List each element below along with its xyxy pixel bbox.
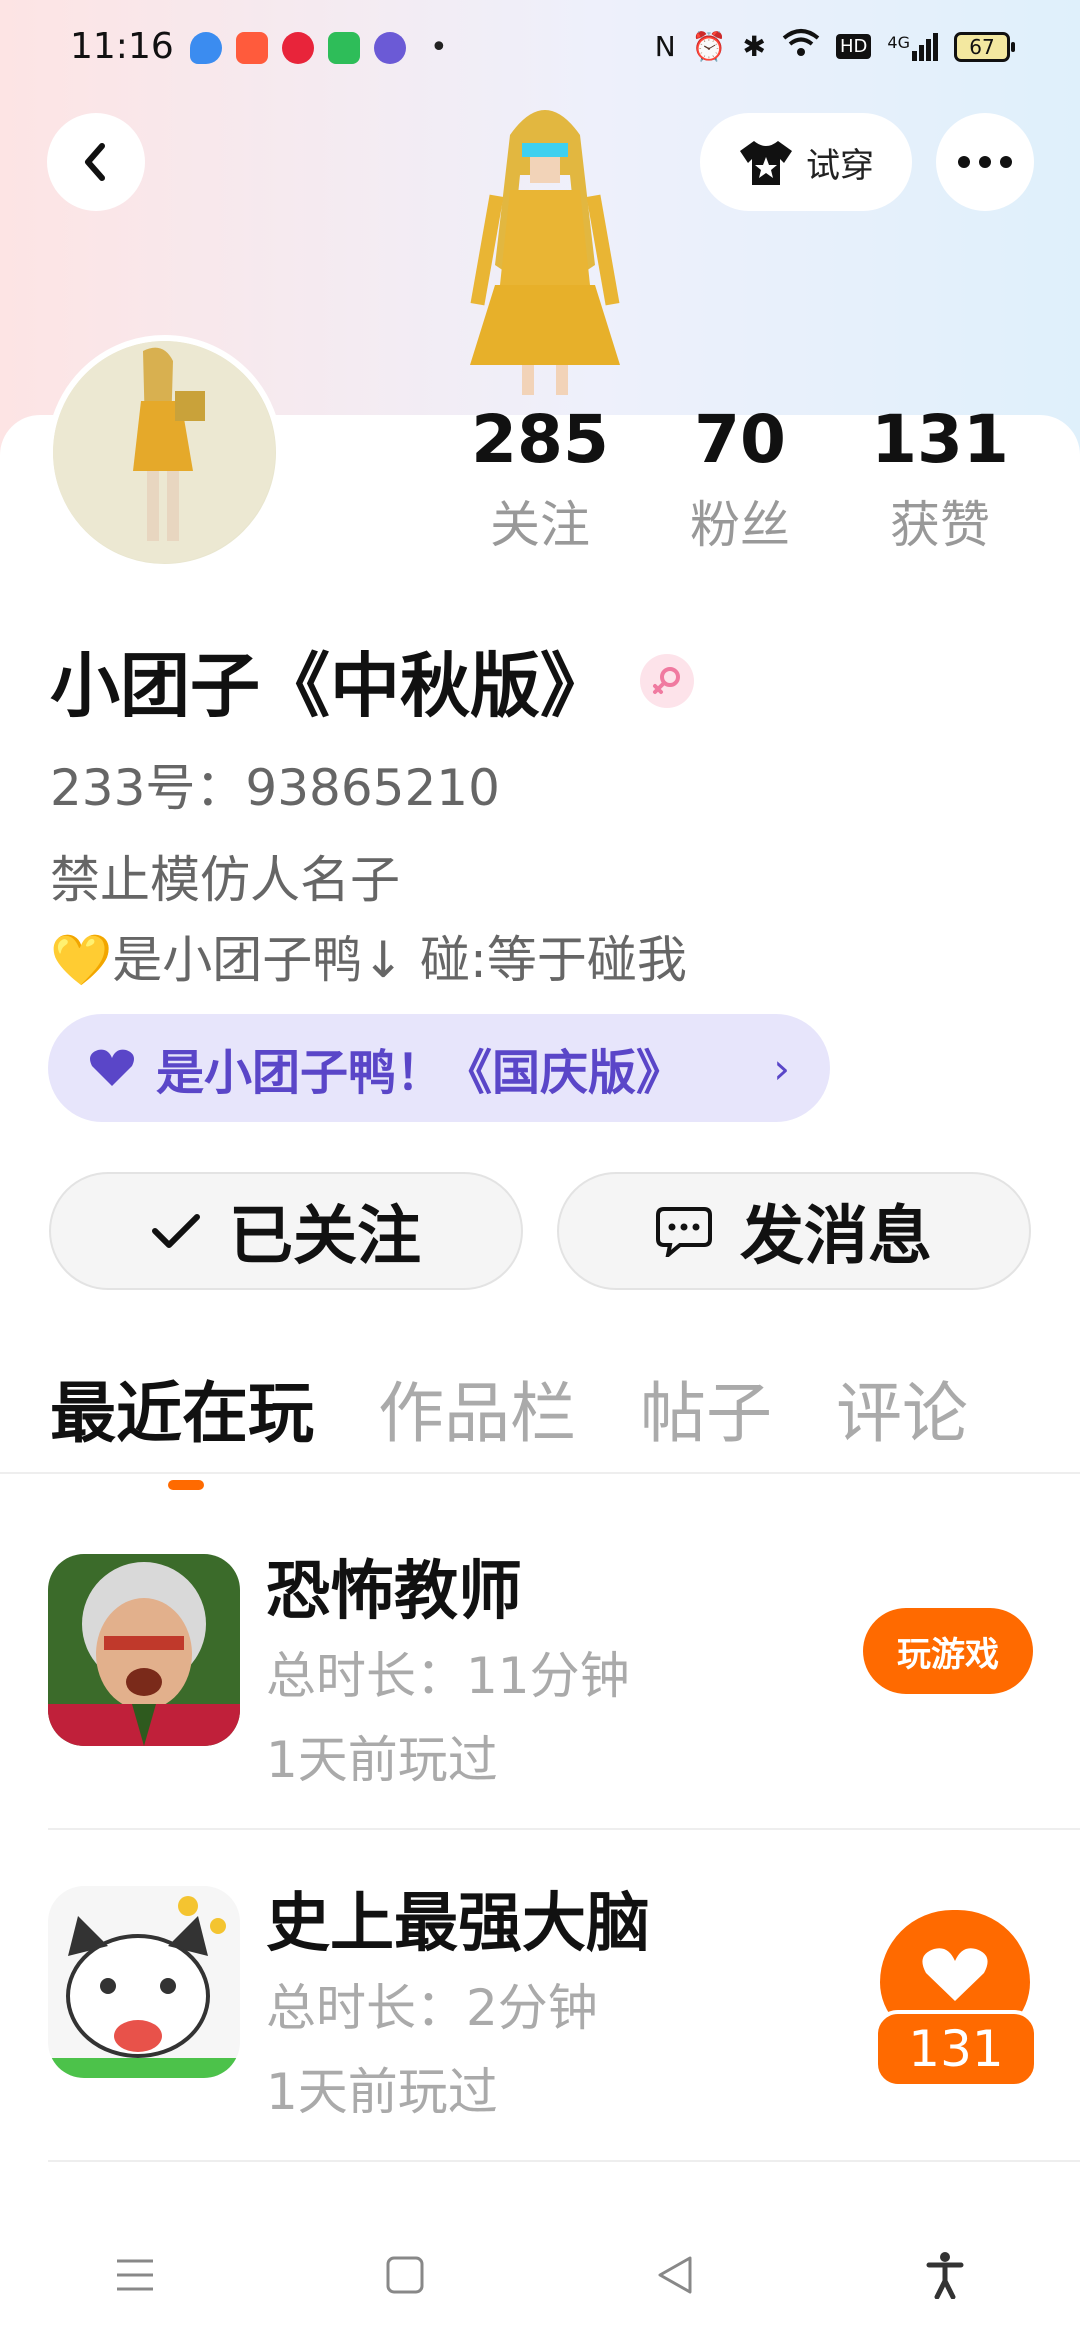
stat-number: 131 (871, 401, 1009, 478)
back-button[interactable] (47, 113, 145, 211)
status-time: 11:16 (70, 26, 174, 67)
checkmark-icon (152, 1214, 200, 1248)
stat-label: 关注 (490, 496, 590, 554)
tab-works[interactable]: 作品栏 (378, 1360, 576, 1456)
like-float-button[interactable]: 131 (866, 1910, 1038, 2090)
stat-followers[interactable]: 70 粉丝 (640, 395, 840, 565)
stat-number: 285 (471, 401, 609, 478)
bio-line: 禁止模仿人名子 (50, 851, 400, 909)
profile-bio: 禁止模仿人名子 💛是小团子鸭↓ 碰:等于碰我 (50, 840, 687, 1000)
triangle-back-icon (658, 2256, 692, 2294)
stat-number: 70 (694, 401, 786, 478)
square-icon (386, 2256, 424, 2294)
game-icon (48, 1886, 240, 2078)
fan-tag-label: 是小团子鸭！《国庆版》 (156, 1045, 685, 1101)
fan-group-tag[interactable]: 是小团子鸭！《国庆版》 › (48, 1014, 830, 1122)
stat-following[interactable]: 285 关注 (440, 395, 640, 565)
battery-icon: 67 (954, 31, 1015, 62)
profile-tabs: 最近在玩 作品栏 帖子 评论 (50, 1360, 968, 1456)
game-last-played: 1天前玩过 (266, 1731, 498, 1789)
stat-label: 粉丝 (690, 496, 790, 554)
menu-icon (117, 2259, 153, 2291)
chevron-left-icon (85, 143, 105, 181)
chevron-right-icon: › (773, 1043, 790, 1093)
try-on-label: 试穿 (806, 145, 874, 186)
game-last-played: 1天前玩过 (266, 2063, 498, 2121)
cellular-signal-icon: 4G (887, 32, 938, 61)
system-status-icons: N ⏰ ✱ HD 4G 67 (654, 28, 1015, 65)
avatar-character-image (430, 95, 660, 415)
game-list-item[interactable]: 恐怖教师 总时长：11分钟 1天前玩过 玩游戏 (48, 1500, 1080, 1830)
name-row: 小团子《中秋版》 (50, 630, 694, 731)
hd-icon: HD (836, 34, 872, 59)
like-count: 131 (874, 2010, 1038, 2088)
accessibility-button[interactable] (905, 2235, 985, 2315)
heart-icon (922, 1948, 988, 2001)
system-back-button[interactable] (635, 2235, 715, 2315)
game-icon (48, 1554, 240, 1746)
divider (48, 1828, 1080, 1830)
profile-stats: 285 关注 70 粉丝 131 获赞 (440, 395, 1040, 565)
chat-bubble-icon (656, 1207, 712, 1257)
game-duration: 总时长：2分钟 (266, 1979, 598, 2037)
bio-line: 💛是小团子鸭↓ 碰:等于碰我 (50, 931, 687, 989)
home-button[interactable] (365, 2235, 445, 2315)
profile-name: 小团子《中秋版》 (50, 645, 610, 727)
divider (0, 1472, 1080, 1474)
send-message-label: 发消息 (740, 1200, 932, 1274)
stat-label: 获赞 (890, 496, 990, 554)
send-message-button[interactable]: 发消息 (557, 1172, 1031, 1290)
nfc-icon: N (654, 30, 676, 63)
try-on-button[interactable]: 试穿 (700, 113, 912, 211)
following-button[interactable]: 已关注 (49, 1172, 523, 1290)
system-navigation-bar (0, 2210, 1080, 2340)
heart-icon (90, 1049, 134, 1086)
female-gender-icon (640, 653, 694, 708)
avatar[interactable] (47, 335, 282, 570)
game-duration: 总时长：11分钟 (266, 1647, 630, 1705)
stat-likes[interactable]: 131 获赞 (840, 395, 1040, 565)
app-notification-icon (282, 31, 314, 64)
wifi-icon (782, 28, 820, 65)
tab-recently-played[interactable]: 最近在玩 (50, 1360, 314, 1456)
more-options-button[interactable] (936, 113, 1034, 211)
tab-posts[interactable]: 帖子 (640, 1360, 772, 1456)
tab-comments[interactable]: 评论 (836, 1360, 968, 1456)
status-bar: 11:16 • N ⏰ ✱ HD 4G 67 (0, 0, 1080, 96)
app-notification-icon (374, 31, 406, 64)
app-notification-icon (328, 31, 360, 64)
play-game-button[interactable]: 玩游戏 (863, 1608, 1033, 1694)
user-id: 233号：93865210 (50, 759, 500, 817)
menu-button[interactable] (95, 2235, 175, 2315)
app-notification-icon (236, 31, 268, 64)
more-dots-icon (958, 156, 1012, 168)
following-label: 已关注 (229, 1200, 421, 1274)
game-title: 恐怖教师 (266, 1555, 522, 1629)
app-notification-icon (190, 31, 222, 64)
bluetooth-icon: ✱ (742, 30, 767, 63)
accessibility-icon (926, 2252, 964, 2299)
divider (48, 2160, 1080, 2162)
tshirt-icon (740, 141, 792, 185)
more-notifications-dot: • (430, 30, 448, 65)
alarm-icon: ⏰ (691, 30, 727, 63)
notification-icons: • (190, 30, 448, 65)
game-title: 史上最强大脑 (266, 1887, 650, 1961)
